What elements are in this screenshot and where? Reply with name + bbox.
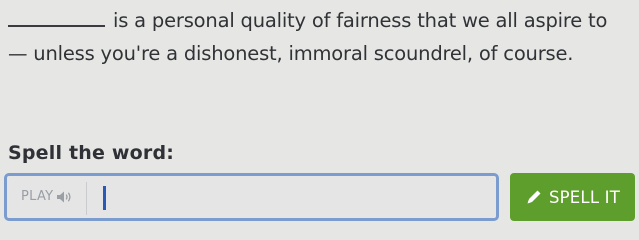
sentence-text: is a personal quality of fairness that w… [8,4,634,70]
sentence-line-1-text: is a personal quality of fairness that w… [113,9,608,32]
spell-it-button[interactable]: SPELL IT [510,173,635,221]
answer-blank [8,11,105,27]
sentence-line-1: is a personal quality of fairness that w… [8,4,634,37]
play-audio-button[interactable]: PLAY [21,189,73,204]
spell-it-label: SPELL IT [548,187,621,207]
spelling-input[interactable] [95,180,490,216]
speaker-icon [56,190,73,204]
input-divider [86,182,87,215]
text-caret [103,186,106,210]
sentence-line-2: — unless you're a dishonest, immoral sco… [8,42,574,65]
play-label: PLAY [21,189,54,204]
pencil-icon [525,188,543,206]
spelling-input-box: PLAY [4,173,499,221]
spell-prompt: Spell the word: [8,142,175,164]
